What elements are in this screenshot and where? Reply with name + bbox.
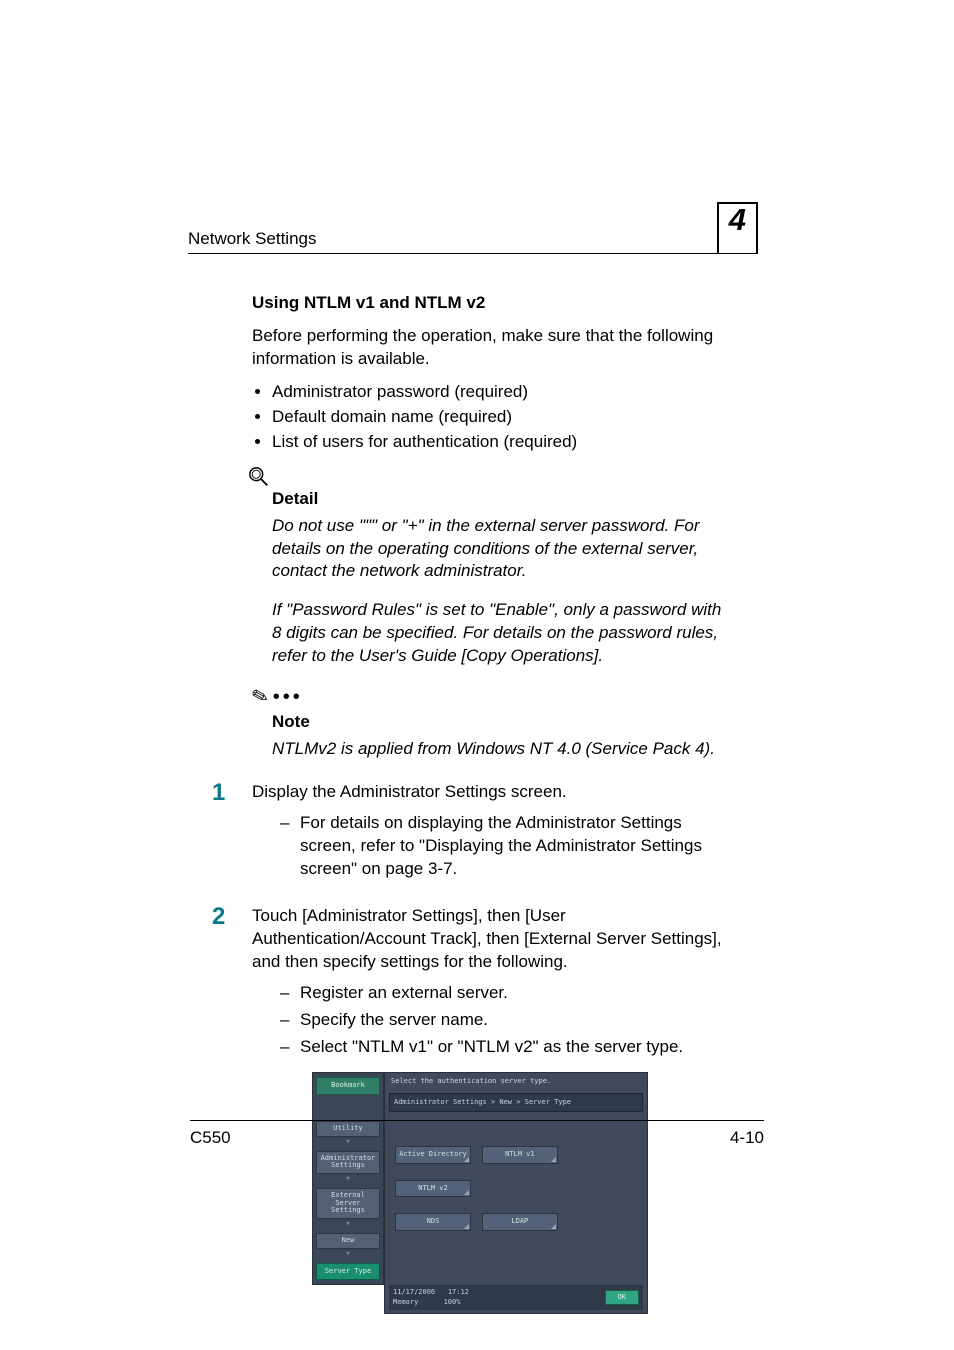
- note-icon-row: ✎•••: [252, 684, 728, 711]
- section-title: Network Settings: [188, 228, 317, 251]
- heading-ntlm: Using NTLM v1 and NTLM v2: [252, 292, 728, 315]
- detail-block: Detail Do not use """ or "+" in the exte…: [252, 466, 728, 669]
- detail-body: Do not use """ or "+" in the external se…: [272, 515, 728, 669]
- list-item: Default domain name (required): [272, 406, 728, 429]
- breadcrumb: Administrator Settings > New > Server Ty…: [389, 1093, 643, 1112]
- option-ldap[interactable]: LDAP: [482, 1213, 558, 1230]
- intro-paragraph: Before performing the operation, make su…: [252, 325, 728, 371]
- sub-item: Select "NTLM v1" or "NTLM v2" as the ser…: [300, 1036, 683, 1059]
- nav-admin-settings[interactable]: Administrator Settings: [316, 1151, 380, 1174]
- pencil-icon: ✎: [249, 682, 272, 712]
- option-ntlm-v2[interactable]: NTLM v2: [395, 1180, 471, 1197]
- touchscreen-main: Select the authentication server type. A…: [384, 1072, 648, 1314]
- dash-icon: –: [280, 1009, 300, 1032]
- nav-new[interactable]: New: [316, 1233, 380, 1249]
- sub-item: Specify the server name.: [300, 1009, 488, 1032]
- footer-page: 4-10: [730, 1127, 764, 1150]
- status-text: 11/17/2006 17:12 Memory 100%: [393, 1288, 469, 1307]
- step-2-text: Touch [Administrator Settings], then [Us…: [252, 905, 728, 974]
- step-2-sublist: –Register an external server. –Specify t…: [252, 982, 728, 1059]
- page-body: Using NTLM v1 and NTLM v2 Before perform…: [252, 292, 728, 1314]
- detail-title: Detail: [272, 488, 728, 511]
- list-item: List of users for authentication (requir…: [272, 431, 728, 454]
- sub-item: For details on displaying the Administra…: [300, 812, 728, 881]
- chevron-down-icon: ▾: [316, 1175, 380, 1184]
- note-title: Note: [272, 711, 728, 734]
- page: Network Settings 4 Using NTLM v1 and NTL…: [0, 0, 954, 1350]
- sub-item: Register an external server.: [300, 982, 508, 1005]
- dash-icon: –: [280, 1036, 300, 1059]
- footer-model: C550: [190, 1127, 231, 1150]
- page-header: Network Settings 4: [188, 200, 758, 254]
- touchscreen-sidebar: Bookmark Utility ▾ Administrator Setting…: [312, 1072, 384, 1285]
- option-nds[interactable]: NDS: [395, 1213, 471, 1230]
- panel-instruction: Select the authentication server type.: [385, 1073, 647, 1090]
- step-1-text: Display the Administrator Settings scree…: [252, 781, 728, 804]
- step-number: 2: [212, 905, 252, 929]
- detail-p2: If "Password Rules" is set to "Enable", …: [272, 599, 728, 668]
- dots-icon: •••: [273, 686, 303, 708]
- detail-p1: Do not use """ or "+" in the external se…: [272, 515, 728, 584]
- page-footer: C550 4-10: [190, 1120, 764, 1150]
- bookmark-tab[interactable]: Bookmark: [316, 1077, 380, 1094]
- magnifier-icon: [248, 466, 270, 488]
- ok-button[interactable]: OK: [605, 1290, 639, 1305]
- nav-server-type-current[interactable]: Server Type: [316, 1263, 380, 1280]
- status-bar: 11/17/2006 17:12 Memory 100% OK: [389, 1285, 643, 1310]
- note-block: ✎••• Note NTLMv2 is applied from Windows…: [252, 684, 728, 761]
- note-body: NTLMv2 is applied from Windows NT 4.0 (S…: [272, 738, 728, 761]
- nav-ext-server[interactable]: External Server Settings: [316, 1188, 380, 1219]
- chevron-down-icon: ▾: [316, 1220, 380, 1229]
- touchscreen-ui: Bookmark Utility ▾ Administrator Setting…: [312, 1072, 648, 1314]
- step-2: 2 Touch [Administrator Settings], then […: [252, 905, 728, 1314]
- step-1-sublist: –For details on displaying the Administr…: [252, 812, 728, 881]
- dash-icon: –: [280, 982, 300, 1005]
- list-item: Administrator password (required): [272, 381, 728, 404]
- dash-icon: –: [280, 812, 300, 881]
- step-number: 1: [212, 781, 252, 805]
- prereq-list: Administrator password (required) Defaul…: [252, 381, 728, 454]
- step-1: 1 Display the Administrator Settings scr…: [252, 781, 728, 885]
- chapter-number: 4: [717, 202, 758, 253]
- chevron-down-icon: ▾: [316, 1250, 380, 1259]
